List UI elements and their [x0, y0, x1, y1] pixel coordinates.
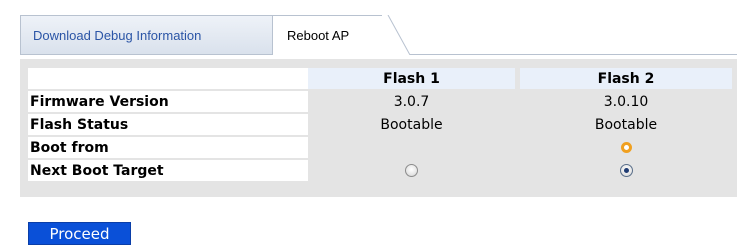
row-label: Boot from	[28, 137, 308, 158]
header-flash2: Flash 2	[520, 68, 732, 89]
firmware-version-flash1: 3.0.7	[308, 91, 515, 112]
row-label: Next Boot Target	[28, 160, 308, 181]
tab-label: Reboot AP	[287, 28, 350, 43]
boot-from-flash1	[308, 137, 515, 158]
tab-edge-decoration	[382, 15, 411, 55]
next-boot-flash1-radio[interactable]	[405, 164, 418, 177]
firmware-version-flash2: 3.0.10	[520, 91, 732, 112]
boot-from-flash2	[520, 137, 732, 158]
tab-label: Download Debug Information	[33, 28, 202, 43]
row-label: Firmware Version	[28, 91, 308, 112]
active-boot-indicator-icon	[620, 142, 632, 153]
proceed-button[interactable]: Proceed	[28, 222, 131, 245]
table-row: Flash Status Bootable Bootable	[28, 114, 732, 135]
next-boot-flash1	[308, 160, 515, 181]
tab-reboot-ap[interactable]: Reboot AP	[272, 15, 385, 55]
table-header-row: Flash 1 Flash 2	[28, 68, 732, 89]
table-row: Boot from	[28, 137, 732, 158]
reboot-ap-page: Download Debug Information Reboot AP Fla…	[0, 0, 737, 247]
header-flash1: Flash 1	[308, 68, 515, 89]
flash-status-flash2: Bootable	[520, 114, 732, 135]
header-empty-cell	[28, 68, 308, 89]
tab-bar: Download Debug Information Reboot AP	[20, 15, 737, 55]
tab-download-debug-information[interactable]: Download Debug Information	[20, 15, 274, 55]
flash-table: Flash 1 Flash 2 Firmware Version 3.0.7 3…	[28, 66, 732, 183]
next-boot-flash2	[520, 160, 732, 181]
row-label: Flash Status	[28, 114, 308, 135]
table-row: Next Boot Target	[28, 160, 732, 181]
flash-status-flash1: Bootable	[308, 114, 515, 135]
table-row: Firmware Version 3.0.7 3.0.10	[28, 91, 732, 112]
next-boot-flash2-radio[interactable]	[619, 164, 633, 177]
flash-panel: Flash 1 Flash 2 Firmware Version 3.0.7 3…	[20, 59, 737, 197]
